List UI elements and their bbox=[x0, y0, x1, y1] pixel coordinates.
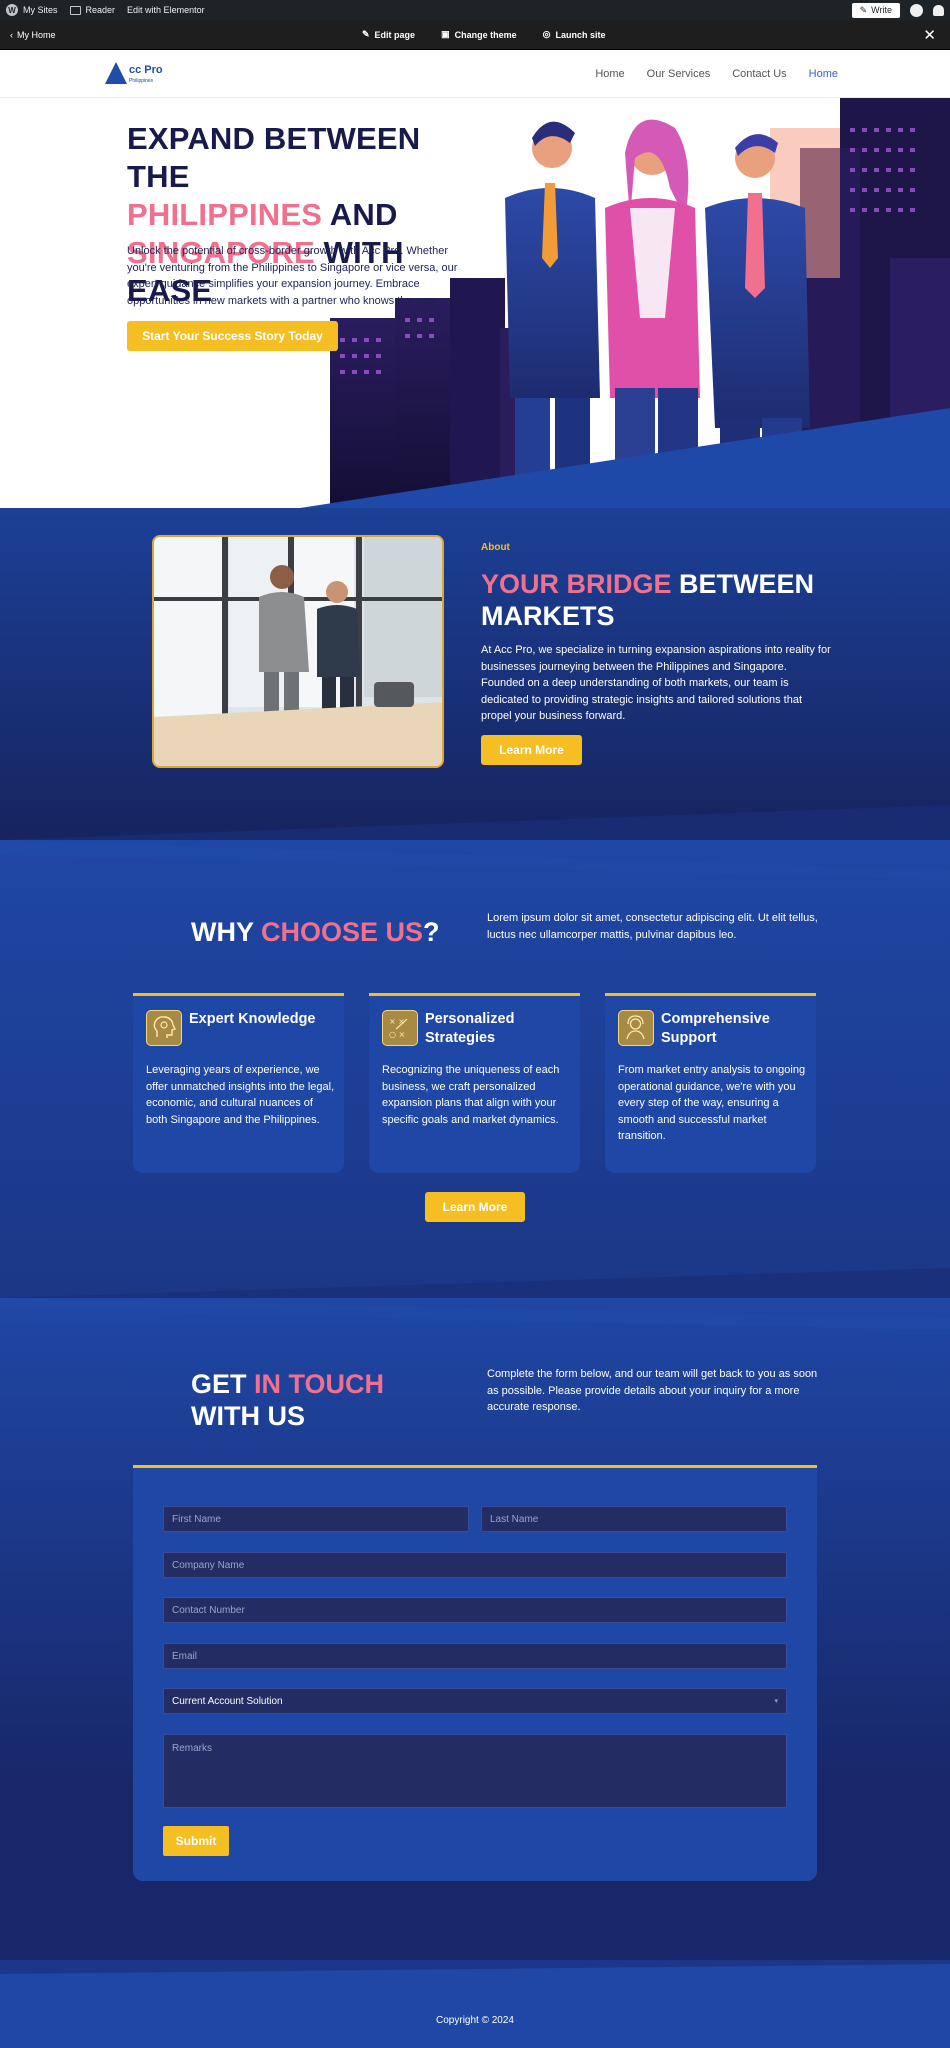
write-label: Write bbox=[871, 5, 892, 15]
last-name-field[interactable]: Last Name bbox=[481, 1506, 787, 1532]
contact-title-get: GET bbox=[191, 1369, 255, 1399]
feature-card-comprehensive-support: Comprehensive Support From market entry … bbox=[605, 993, 816, 1173]
about-title: YOUR BRIDGE BETWEEN MARKETS bbox=[481, 568, 841, 632]
hero-title-line1: EXPAND BETWEEN THE bbox=[127, 121, 421, 194]
about-section: About YOUR BRIDGE BETWEEN MARKETS At Acc… bbox=[0, 470, 950, 850]
hero-title-philippines: PHILIPPINES bbox=[127, 197, 323, 232]
my-sites-label: My Sites bbox=[23, 5, 58, 15]
copyright-text: Copyright © 2024 bbox=[436, 2015, 514, 2026]
why-title-pink: CHOOSE US bbox=[261, 917, 424, 947]
edit-page-button[interactable]: ✎ Edit page bbox=[362, 29, 415, 40]
card-title: Personalized Strategies bbox=[425, 1011, 515, 1046]
site-footer: Copyright © 2024 bbox=[0, 1960, 950, 2048]
card-description: From market entry analysis to ongoing op… bbox=[618, 1064, 806, 1142]
pencil-icon: ✎ bbox=[362, 29, 370, 39]
svg-text:○ ×: ○ × bbox=[389, 1030, 405, 1039]
nav-contact-us[interactable]: Contact Us bbox=[732, 68, 786, 80]
support-agent-icon bbox=[618, 1010, 654, 1046]
head-idea-icon bbox=[146, 1010, 182, 1046]
nav-home[interactable]: Home bbox=[595, 68, 624, 80]
card-title: Comprehensive Support bbox=[661, 1011, 770, 1046]
remarks-textarea[interactable]: Remarks bbox=[163, 1734, 787, 1808]
close-icon[interactable]: ✕ bbox=[923, 26, 936, 44]
nav-our-services[interactable]: Our Services bbox=[647, 68, 711, 80]
hero-description: Unlock the potential of cross-border gro… bbox=[127, 245, 458, 307]
feature-card-personalized-strategies: × × ○ × Personalized Strategies Recognizi… bbox=[369, 993, 580, 1173]
feature-card-expert-knowledge: Expert Knowledge Leveraging years of exp… bbox=[133, 993, 344, 1173]
why-learn-more-button[interactable]: Learn More bbox=[425, 1192, 525, 1222]
about-learn-more-button[interactable]: Learn More bbox=[481, 735, 582, 765]
write-button[interactable]: ✎ Write bbox=[851, 2, 900, 18]
nav-home-active[interactable]: Home bbox=[809, 68, 838, 80]
change-theme-label: Change theme bbox=[454, 29, 517, 40]
reader-label: Reader bbox=[85, 5, 116, 15]
reader-link[interactable]: Reader bbox=[69, 5, 116, 15]
wp-admin-bar: W My Sites Reader Edit with Elementor ✎ … bbox=[0, 0, 950, 20]
site-logo[interactable]: cc Pro Philippines bbox=[105, 60, 163, 84]
contact-title: GET IN TOUCH WITH US bbox=[191, 1368, 411, 1432]
edit-page-label: Edit page bbox=[374, 29, 416, 40]
launch-site-button[interactable]: ◎ Launch site bbox=[543, 29, 606, 40]
about-title-pink: YOUR BRIDGE bbox=[481, 569, 672, 599]
service-select[interactable]: Current Account Solution ▾ bbox=[163, 1688, 787, 1714]
why-choose-us-title: WHY CHOOSE US? bbox=[191, 917, 440, 948]
main-nav: Home Our Services Contact Us Home bbox=[595, 68, 838, 80]
first-name-field[interactable]: First Name bbox=[163, 1506, 469, 1532]
back-to-my-home[interactable]: ‹ My Home bbox=[10, 30, 56, 40]
start-success-story-button[interactable]: Start Your Success Story Today bbox=[127, 321, 338, 351]
service-select-value: Current Account Solution bbox=[172, 1695, 283, 1707]
contact-title-with-us: WITH US bbox=[191, 1401, 305, 1431]
svg-text:× ×: × × bbox=[389, 1017, 405, 1026]
email-field[interactable]: Email bbox=[163, 1643, 787, 1669]
logo-subtext: Philippines bbox=[129, 78, 154, 84]
contact-description: Complete the form below, and our team wi… bbox=[487, 1368, 818, 1413]
layout-icon: ▣ bbox=[441, 29, 450, 39]
submit-button[interactable]: Submit bbox=[163, 1826, 229, 1856]
pen-icon: ✎ bbox=[859, 4, 868, 15]
notifications-icon[interactable] bbox=[933, 4, 944, 16]
why-title-white: WHY bbox=[191, 917, 262, 947]
edit-with-elementor-link[interactable]: Edit with Elementor bbox=[127, 5, 205, 15]
about-description: At Acc Pro, we specialize in turning exp… bbox=[481, 644, 831, 722]
strategy-board-icon: × × ○ × bbox=[382, 1010, 418, 1046]
why-description: Lorem ipsum dolor sit amet, consectetur … bbox=[487, 912, 818, 941]
site-header: cc Pro Philippines Home Our Services Con… bbox=[0, 50, 950, 98]
my-sites-link[interactable]: W My Sites bbox=[6, 4, 58, 16]
logo-text: cc Pro bbox=[129, 64, 163, 76]
contact-title-in-touch: IN TOUCH bbox=[254, 1369, 385, 1399]
change-theme-button[interactable]: ▣ Change theme bbox=[441, 29, 517, 40]
reader-icon bbox=[69, 5, 81, 15]
chevron-left-icon: ‹ bbox=[10, 29, 13, 40]
avatar-icon[interactable] bbox=[910, 3, 923, 17]
card-title: Expert Knowledge bbox=[189, 1011, 316, 1027]
edit-elementor-label: Edit with Elementor bbox=[127, 5, 205, 15]
logo-a-icon bbox=[105, 62, 127, 84]
about-photo bbox=[152, 535, 444, 768]
contact-number-field[interactable]: Contact Number bbox=[163, 1597, 787, 1623]
back-label: My Home bbox=[17, 29, 56, 40]
globe-icon: ◎ bbox=[542, 29, 551, 39]
chevron-down-icon: ▾ bbox=[774, 1698, 778, 1705]
wordpress-logo-icon: W bbox=[6, 4, 18, 16]
editor-toolbar: ‹ My Home ✎ Edit page ▣ Change theme ◎ L… bbox=[0, 20, 950, 50]
why-title-question: ? bbox=[423, 917, 440, 947]
launch-site-label: Launch site bbox=[555, 29, 606, 40]
hero-title-and: AND bbox=[322, 197, 398, 232]
card-description: Leveraging years of experience, we offer… bbox=[146, 1064, 335, 1126]
contact-form: First Name Last Name Company Name Contac… bbox=[133, 1465, 817, 1881]
card-description: Recognizing the uniqueness of each busin… bbox=[382, 1064, 560, 1126]
about-label: About bbox=[481, 542, 510, 553]
company-name-field[interactable]: Company Name bbox=[163, 1552, 787, 1578]
business-meeting-image bbox=[154, 537, 442, 766]
